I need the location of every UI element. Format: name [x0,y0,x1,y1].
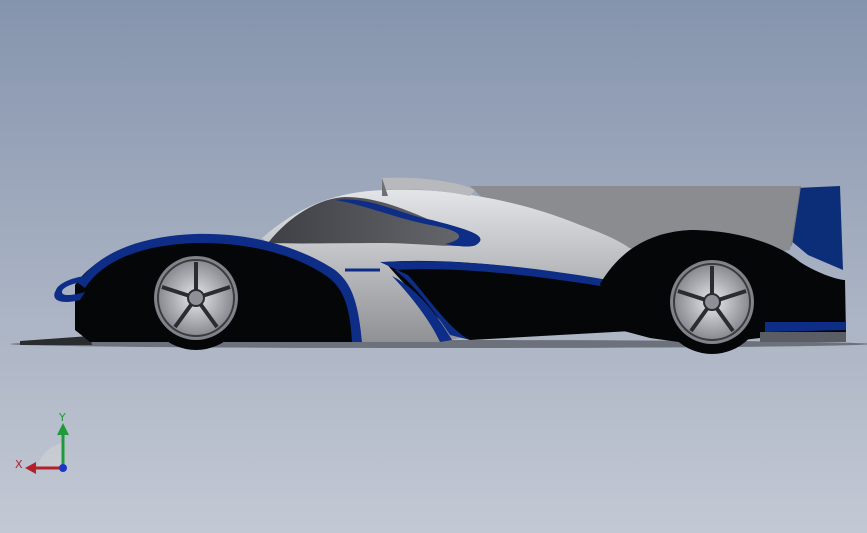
rear-diffuser [760,332,846,342]
triad-plane-shading [38,443,63,467]
rear-wheel [660,250,764,354]
triad-y-label: Y [58,411,66,424]
triad-x-label: X [15,458,23,471]
graphics-viewport[interactable]: Y X [0,0,867,533]
triad-y-arrow [57,423,69,435]
coordinate-triad: Y X [15,411,69,474]
triad-x-arrow [25,462,36,474]
race-car-model[interactable] [0,0,867,533]
triad-z-axis [59,464,67,472]
front-wheel [144,246,248,350]
front-splitter [20,336,92,345]
